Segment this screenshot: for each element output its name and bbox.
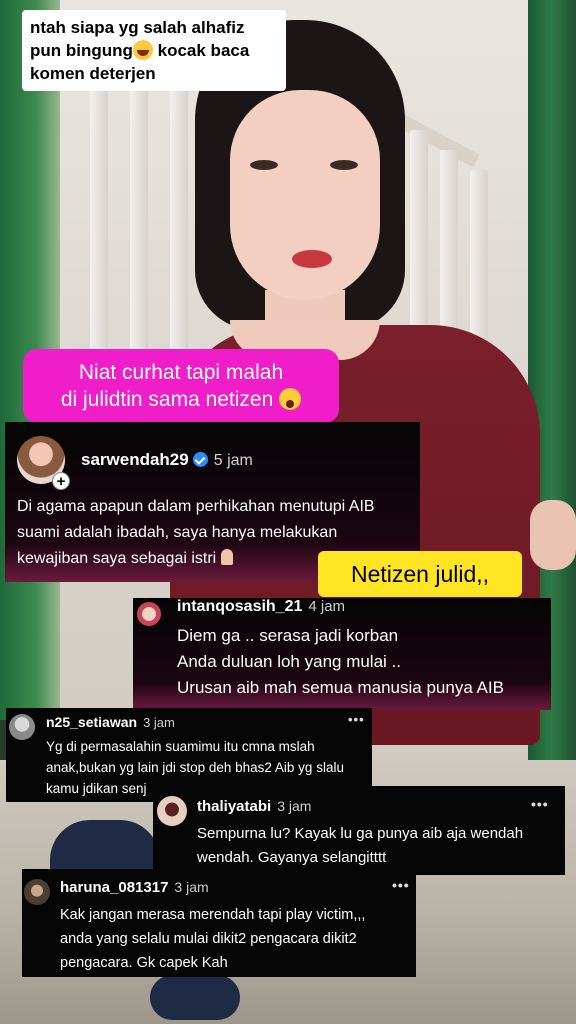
stair-baluster: [130, 90, 148, 350]
comment-header: thaliyatabi 3 jam: [197, 798, 311, 816]
comment-username[interactable]: intanqosasih_21: [177, 598, 302, 615]
comment-time: 4 jam: [308, 598, 346, 615]
comment-card: thaliyatabi 3 jam ••• Sempurna lu? Kayak …: [153, 786, 565, 875]
person-eye: [250, 160, 278, 170]
comment-body: Kak jangan merasa merendah tapi play vic…: [60, 903, 365, 975]
comment-body: Sempurna lu? Kayak lu ga punya aib aja w…: [197, 822, 523, 870]
caption-line-3: komen deterjen: [30, 64, 156, 83]
comment-header: haruna_081317 3 jam: [60, 879, 209, 897]
comment-line: Anda duluan loh yang mulai ..: [177, 652, 401, 671]
caption-line-2: pun bingung kocak baca: [30, 39, 278, 62]
comment-card: haruna_081317 3 jam ••• Kak jangan merasa…: [22, 869, 416, 977]
more-options-icon[interactable]: •••: [348, 712, 365, 727]
person-hand: [530, 500, 576, 570]
comment-line: Diem ga .. serasa jadi korban: [177, 626, 399, 645]
more-options-icon[interactable]: •••: [392, 877, 410, 893]
comment-card: intanqosasih_21 4 jam Diem ga .. serasa j…: [133, 598, 551, 710]
follow-plus-icon[interactable]: +: [52, 472, 70, 490]
banner-line-2: di julidtin sama netizen: [31, 386, 331, 413]
main-comment-time: 5 jam: [213, 452, 253, 469]
person-eye: [330, 160, 358, 170]
comment-time: 3 jam: [277, 798, 312, 814]
main-comment-line: Di agama apapun dalam perhikahan menutup…: [17, 498, 375, 515]
comment-body: Diem ga .. serasa jadi korban Anda dulua…: [177, 623, 504, 701]
caption-line-2-text: pun bingung: [30, 41, 133, 60]
comment-username[interactable]: haruna_081317: [60, 879, 168, 896]
rolling-laughing-icon: [132, 40, 153, 60]
netizen-tag: Netizen julid,,: [318, 551, 522, 597]
avatar[interactable]: [9, 714, 35, 740]
praying-hands-icon: [220, 549, 233, 565]
shoe: [150, 975, 240, 1020]
video-caption: ntah siapa yg salah alhafiz pun bingung …: [22, 10, 286, 91]
comment-line: wendah. Gayanya selangitttt: [197, 849, 387, 866]
comment-line: Yg di permasalahin suamimu itu cmna msla…: [46, 739, 315, 754]
main-comment-header: sarwendah29 5 jam: [81, 450, 253, 470]
avatar[interactable]: [24, 879, 50, 905]
headline-banner: Niat curhat tapi malah di julidtin sama …: [23, 349, 339, 423]
comment-header: intanqosasih_21 4 jam: [177, 598, 345, 616]
more-options-icon[interactable]: •••: [531, 796, 549, 812]
comment-time: 3 jam: [174, 879, 209, 895]
comment-time: 3 jam: [143, 715, 175, 730]
comment-line: Urusan aib mah semua manusia punya AIB: [177, 678, 504, 697]
stair-baluster: [170, 90, 188, 350]
avatar[interactable]: [157, 796, 187, 826]
comment-header: n25_setiawan 3 jam: [46, 714, 175, 732]
comment-line: anak,bukan yg lain jdi stop deh bhas2 Ai…: [46, 760, 344, 775]
person-face: [230, 90, 380, 300]
caption-line-1: ntah siapa yg salah alhafiz: [30, 18, 245, 37]
comment-line: pengacara. Gk capek Kah: [60, 955, 228, 971]
comment-line: Sempurna lu? Kayak lu ga punya aib aja w…: [197, 825, 524, 842]
stair-baluster: [90, 90, 108, 350]
surprised-face-icon: [279, 388, 302, 410]
avatar[interactable]: [137, 602, 161, 626]
comment-username[interactable]: thaliyatabi: [197, 798, 271, 815]
banner-line-2-text: di julidtin sama netizen: [60, 388, 274, 411]
comment-line: Kak jangan merasa merendah tapi play vic…: [60, 907, 366, 923]
main-comment-line-text: kewajiban saya sebagai istri: [17, 550, 217, 567]
banner-line-1: Niat curhat tapi malah: [78, 361, 284, 384]
comment-line: anda yang selalu mulai dikit2 pengacara …: [60, 931, 357, 947]
main-comment-line: suami adalah ibadah, saya hanya melakuka…: [17, 524, 338, 541]
comment-username[interactable]: n25_setiawan: [46, 714, 137, 730]
main-comment-username[interactable]: sarwendah29: [81, 450, 189, 469]
person-lips: [292, 250, 332, 268]
verified-badge-icon: [192, 452, 208, 467]
caption-line-2-text-after: kocak baca: [152, 41, 250, 60]
